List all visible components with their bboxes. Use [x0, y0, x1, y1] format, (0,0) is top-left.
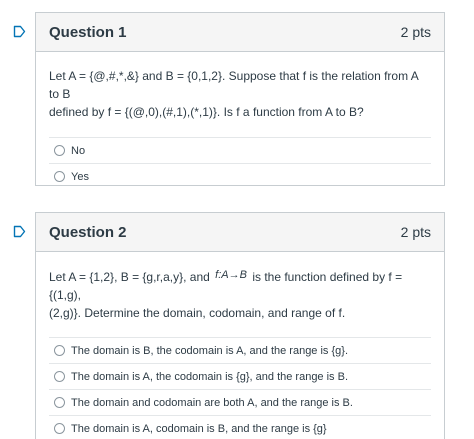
math-domain: A — [221, 269, 229, 281]
answer-list: The domain is B, the codomain is A, and … — [49, 337, 431, 439]
answer-label: No — [71, 144, 86, 157]
radio-unselected-icon[interactable] — [54, 145, 65, 156]
function-notation-image: f:A→B — [215, 269, 247, 281]
question-text-line: defined by f = {(@,0),(#,1),(*,1)}. Is f… — [49, 105, 364, 119]
question-2-card: Question 2 2 pts Let A = {1,2}, B = {g,r… — [35, 212, 445, 439]
radio-unselected-icon[interactable] — [54, 171, 65, 182]
radio-unselected-icon[interactable] — [54, 371, 65, 382]
answer-label: The domain is B, the codomain is A, and … — [71, 344, 349, 357]
answer-option-4[interactable]: The domain is A, codomain is B, and the … — [49, 415, 431, 439]
question-text-line: Let A = {1,2}, B = {g,r,a,y}, and f:A→B … — [49, 266, 431, 304]
answer-option-1[interactable]: The domain is B, the codomain is A, and … — [49, 337, 431, 363]
answer-label: The domain is A, the codomain is {g}, an… — [71, 370, 349, 383]
question-text-line: Let A = {@,#,*,&} and B = {0,1,2}. Suppo… — [49, 69, 419, 101]
answer-label: Yes — [71, 170, 89, 183]
answer-label: The domain and codomain are both A, and … — [71, 396, 353, 409]
question-text: Let A = {1,2}, B = {g,r,a,y}, and f:A→B … — [36, 266, 444, 322]
question-title: Question 1 — [49, 23, 127, 41]
question-points: 2 pts — [400, 24, 431, 40]
math-arrow: → — [228, 269, 240, 281]
answer-option-no[interactable]: No — [49, 137, 431, 163]
question-flag-icon[interactable] — [13, 225, 26, 238]
question-1-header: Question 1 2 pts — [36, 13, 444, 52]
question-flag-icon[interactable] — [13, 25, 26, 38]
answer-option-2[interactable]: The domain is A, the codomain is {g}, an… — [49, 363, 431, 389]
question-2-header: Question 2 2 pts — [36, 213, 444, 252]
radio-unselected-icon[interactable] — [54, 397, 65, 408]
question-1-card: Question 1 2 pts Let A = {@,#,*,&} and B… — [35, 12, 445, 186]
answer-list: No Yes — [49, 137, 431, 189]
answer-option-yes[interactable]: Yes — [49, 163, 431, 189]
radio-unselected-icon[interactable] — [54, 423, 65, 434]
quiz-page: Question 1 2 pts Let A = {@,#,*,&} and B… — [0, 0, 474, 439]
answer-option-3[interactable]: The domain and codomain are both A, and … — [49, 389, 431, 415]
question-points: 2 pts — [400, 224, 431, 240]
question-text-part: Let A = {1,2}, B = {g,r,a,y}, and — [49, 270, 210, 284]
question-text: Let A = {@,#,*,&} and B = {0,1,2}. Suppo… — [36, 67, 444, 121]
question-title: Question 2 — [49, 223, 127, 241]
radio-unselected-icon[interactable] — [54, 345, 65, 356]
answer-label: The domain is A, codomain is B, and the … — [71, 422, 327, 435]
question-text-line: (2,g)}. Determine the domain, codomain, … — [49, 306, 346, 320]
math-codomain: B — [239, 269, 247, 281]
